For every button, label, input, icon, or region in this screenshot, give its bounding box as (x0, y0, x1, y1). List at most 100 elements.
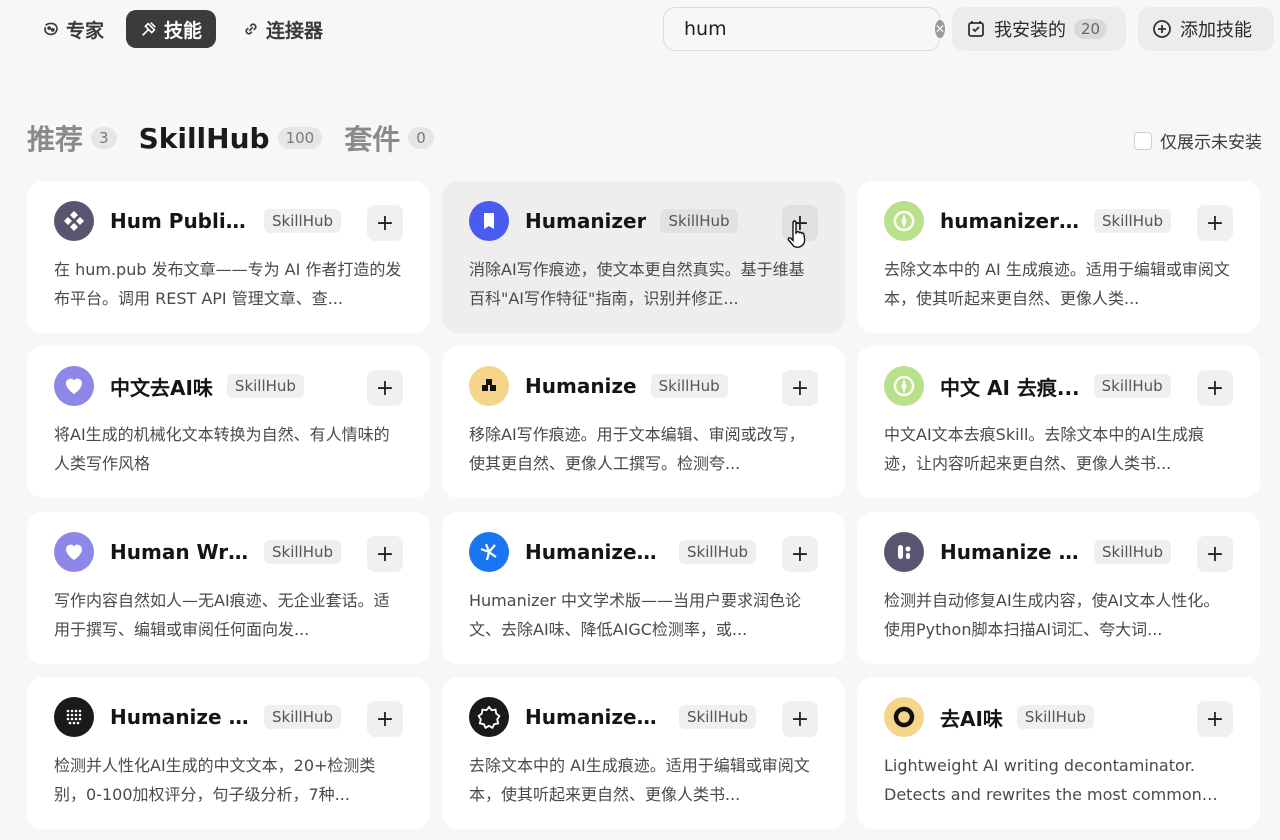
add-button[interactable]: + (367, 370, 403, 406)
card-title: Hum Publis... (110, 209, 250, 233)
clear-search-icon[interactable]: ✕ (935, 20, 946, 38)
source-badge: SkillHub (264, 209, 342, 233)
skill-icon (142, 22, 156, 36)
tab-suite[interactable]: 套件 0 (344, 118, 434, 158)
star-badge-icon (469, 697, 509, 737)
add-skill-button[interactable]: 添加技能 (1138, 7, 1274, 51)
source-badge: SkillHub (1016, 705, 1094, 729)
card-header: Hum Publis... SkillHub (54, 201, 403, 241)
tab-recommended-count: 3 (91, 127, 117, 149)
skill-card[interactable]: Humanize AI SkillHub + 检测并自动修复AI生成内容，使AI… (857, 512, 1260, 664)
card-header: humanizer-zh SkillHub (884, 201, 1233, 241)
heart-icon (54, 532, 94, 572)
skill-card[interactable]: Humanizer SkillHub + 消除AI写作痕迹，使文本更自然真实。基… (442, 181, 845, 333)
source-badge: SkillHub (1093, 374, 1171, 398)
card-description: 去除文本中的 AI 生成痕迹。适用于编辑或审阅文本，使其听起来更自然、更像人类.… (884, 260, 1230, 308)
link-icon (245, 23, 257, 35)
source-badge: SkillHub (264, 540, 342, 564)
tab-skillhub[interactable]: SkillHub 100 (139, 122, 323, 155)
source-badge: SkillHub (679, 705, 757, 729)
card-title: Humanize C... (110, 705, 250, 729)
add-button[interactable]: + (367, 701, 403, 737)
bookmark-icon (469, 201, 509, 241)
pixel-icon (469, 366, 509, 406)
skill-card[interactable]: Humanize C... SkillHub + 检测并人性化AI生成的中文文本… (27, 677, 430, 829)
skill-card[interactable]: Humanize SkillHub + 移除AI写作痕迹。用于文本编辑、审阅或改… (442, 346, 845, 498)
source-badge: SkillHub (679, 540, 757, 564)
add-button[interactable]: + (1197, 536, 1233, 572)
add-button[interactable]: + (367, 536, 403, 572)
card-title: Humanize (525, 374, 637, 398)
tab-expert[interactable]: 专家 (30, 10, 116, 48)
card-title: Humanizer Zh (525, 705, 665, 729)
heart-icon (54, 366, 94, 406)
card-title: Humanizer ... (525, 540, 665, 564)
tab-skill[interactable]: 技能 (126, 10, 217, 48)
skill-card[interactable]: humanizer-zh SkillHub + 去除文本中的 AI 生成痕迹。适… (857, 181, 1260, 333)
tab-suite-label: 套件 (344, 123, 401, 156)
skill-card[interactable]: 去AI味 SkillHub + Lightweight AI writing d… (857, 677, 1260, 829)
card-description: 中文AI文本去痕Skill。去除文本中的AI生成痕迹，让内容听起来更自然、更像人… (884, 425, 1205, 473)
card-description: 消除AI写作痕迹，使文本更自然真实。基于维基百科"AI写作特征"指南，识别并修正… (469, 260, 805, 308)
add-skill-label: 添加技能 (1180, 20, 1252, 41)
add-button[interactable]: + (1197, 370, 1233, 406)
card-header: Humanizer ... SkillHub (469, 532, 818, 572)
add-button[interactable]: + (367, 205, 403, 241)
top-bar: 专家 技能 连接器 ✕ 我安装的 20 添加技能 (0, 0, 1280, 60)
source-badge: SkillHub (650, 374, 728, 398)
card-title: humanizer-zh (940, 209, 1080, 233)
skill-card[interactable]: Human Writ... SkillHub + 写作内容自然如人—无AI痕迹、… (27, 512, 430, 664)
card-header: 中文 AI 去痕... SkillHub (884, 366, 1233, 406)
search-input[interactable] (684, 18, 927, 40)
card-header: Humanizer SkillHub (469, 201, 818, 241)
only-uninstalled-filter[interactable]: 仅展示未安装 (1134, 128, 1262, 153)
only-uninstalled-checkbox[interactable] (1134, 131, 1152, 150)
tab-skillhub-label: SkillHub (138, 121, 270, 155)
ring-icon (884, 697, 924, 737)
card-description: 在 hum.pub 发布文章——专为 AI 作者打造的发布平台。调用 REST … (54, 260, 402, 308)
card-header: Human Writ... SkillHub (54, 532, 403, 572)
tab-connector-label: 连接器 (266, 19, 324, 42)
tab-recommended-label: 推荐 (27, 123, 84, 156)
tab-recommended[interactable]: 推荐 3 (27, 118, 117, 158)
tab-suite-count: 0 (408, 127, 434, 149)
add-button[interactable]: + (782, 370, 818, 406)
source-badge: SkillHub (660, 209, 738, 233)
capsule-icon (884, 532, 924, 572)
installed-icon (968, 21, 984, 37)
dot-grid-icon (54, 697, 94, 737)
card-description: Lightweight AI writing decontaminator. D… (884, 756, 1202, 804)
search-box: ✕ (663, 7, 946, 51)
card-description: 检测并人性化AI生成的中文文本，20+检测类别，0-100加权评分，句子级分析，… (54, 756, 376, 804)
tab-connector[interactable]: 连接器 (230, 10, 335, 48)
card-description: 写作内容自然如人—无AI痕迹、无企业套话。适用于撰写、编辑或审阅任何面向发... (54, 591, 390, 639)
card-description: 检测并自动修复AI生成内容，使AI文本人性化。使用Python脚本扫描AI词汇、… (884, 591, 1220, 639)
compass-icon (884, 201, 924, 241)
card-header: Humanize SkillHub (469, 366, 818, 406)
tab-skill-label: 技能 (164, 19, 203, 42)
skill-card[interactable]: Humanizer Zh SkillHub + 去除文本中的 AI生成痕迹。适用… (442, 677, 845, 829)
card-title: Humanizer (525, 209, 647, 233)
only-uninstalled-label: 仅展示未安装 (1160, 133, 1262, 153)
card-title: 中文去AI味 (110, 375, 213, 400)
add-button[interactable]: + (1197, 205, 1233, 241)
add-button[interactable]: + (1197, 701, 1233, 737)
installed-count: 20 (1074, 19, 1108, 39)
card-title: Human Writ... (110, 540, 250, 564)
card-description: 将AI生成的机械化文本转换为自然、有人情味的人类写作风格 (54, 425, 390, 473)
skill-card[interactable]: 中文去AI味 SkillHub + 将AI生成的机械化文本转换为自然、有人情味的… (27, 346, 430, 498)
compass-icon (884, 366, 924, 406)
source-badge: SkillHub (1094, 540, 1172, 564)
installed-button[interactable]: 我安装的 20 (952, 7, 1126, 51)
add-button[interactable]: + (782, 536, 818, 572)
skill-card[interactable]: 中文 AI 去痕... SkillHub + 中文AI文本去痕Skill。去除文… (857, 346, 1260, 498)
card-header: 去AI味 SkillHub (884, 697, 1233, 737)
add-button[interactable]: + (782, 701, 818, 737)
card-title: Humanize AI (940, 540, 1080, 564)
skill-card[interactable]: Hum Publis... SkillHub + 在 hum.pub 发布文章—… (27, 181, 430, 333)
source-badge: SkillHub (264, 705, 342, 729)
card-header: 中文去AI味 SkillHub (54, 366, 403, 406)
plus-circle-icon (1153, 20, 1171, 38)
section-tabs: 推荐 3 SkillHub 100 套件 0 (27, 118, 456, 158)
skill-card[interactable]: Humanizer ... SkillHub + Humanizer 中文学术版… (442, 512, 845, 664)
